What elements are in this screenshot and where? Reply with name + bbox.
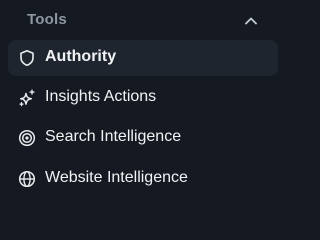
nav-item-authority[interactable]: Authority (8, 40, 278, 76)
nav-item-insights-actions[interactable]: Insights Actions (8, 80, 278, 116)
sparkles-icon (18, 89, 36, 107)
target-icon (18, 129, 36, 147)
chevron-up-icon[interactable] (240, 11, 262, 31)
globe-icon (18, 170, 36, 188)
tools-sidebar-section: Tools Authority Insights Actions Search … (0, 0, 284, 211)
nav-item-search-intelligence[interactable]: Search Intelligence (8, 120, 278, 156)
nav-item-label: Search Intelligence (45, 128, 182, 145)
nav-item-website-intelligence[interactable]: Website Intelligence (8, 161, 278, 197)
nav-item-label: Insights Actions (45, 88, 157, 105)
section-title: Tools (27, 11, 67, 28)
nav-item-label: Authority (45, 48, 117, 65)
tools-section-header[interactable]: Tools (0, 0, 284, 40)
shield-icon (18, 49, 36, 67)
nav-item-label: Website Intelligence (45, 169, 188, 186)
